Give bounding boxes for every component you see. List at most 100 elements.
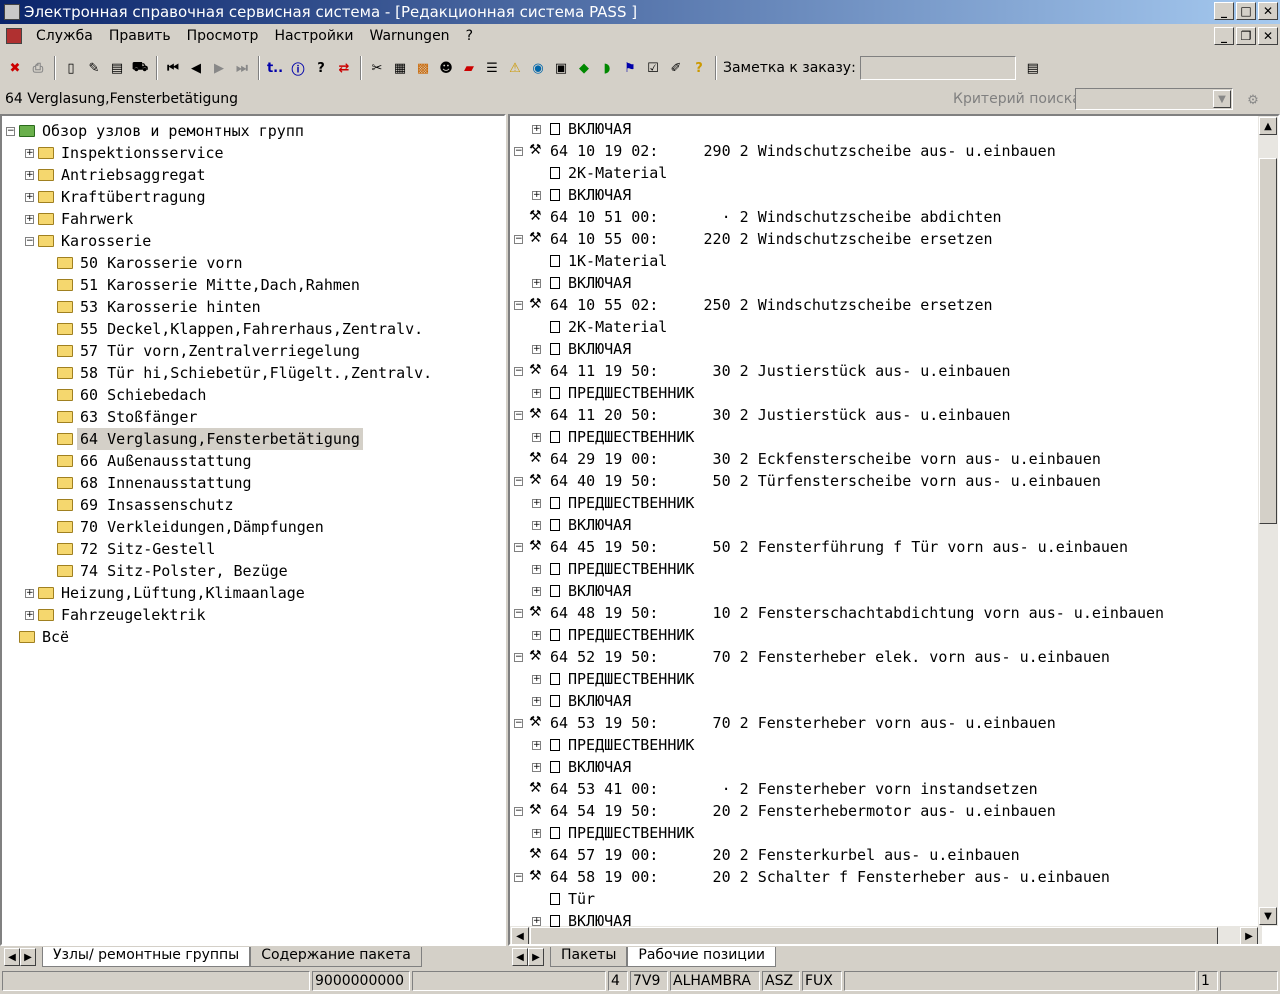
tree-all[interactable]: Всё [39, 626, 72, 648]
tree-expander[interactable]: + [25, 193, 34, 202]
tag-icon[interactable]: ◆ [573, 56, 595, 80]
scroll-thumb[interactable] [1259, 158, 1277, 524]
doc-icon[interactable] [6, 28, 22, 44]
tree-subgroup[interactable]: 58 Tür hi,Schiebetür,Flügelt.,Zentralv. [77, 362, 435, 384]
last-icon[interactable]: ⏭ [231, 56, 253, 80]
position-note[interactable]: 1K-Material [568, 250, 667, 272]
search-criteria-select[interactable]: ▼ [1075, 88, 1233, 110]
menu-view[interactable]: Просмотр [179, 28, 267, 44]
warning-icon[interactable]: ⚠ [504, 56, 526, 80]
work-position[interactable]: 64 52 19 50: 70 2 Fensterheber elek. vor… [550, 646, 1110, 668]
work-position[interactable]: 64 54 19 50: 20 2 Fensterhebermotor aus-… [550, 800, 1056, 822]
note-help-icon[interactable]: ? [688, 56, 710, 80]
menu-warnings[interactable]: Warnungen [362, 28, 458, 44]
tree-expander[interactable]: + [25, 215, 34, 224]
menu-service[interactable]: Служба [28, 28, 101, 44]
position-expander[interactable]: − [514, 719, 523, 728]
work-position[interactable]: 64 10 51 00: · 2 Windschutzscheibe abdic… [550, 206, 1002, 228]
position-expander[interactable]: − [514, 411, 523, 420]
tree-subgroup[interactable]: 66 Außenausstattung [77, 450, 255, 472]
position-expander[interactable]: + [532, 565, 541, 574]
tree-expander[interactable]: + [25, 171, 34, 180]
vertical-scrollbar[interactable]: ▲ ▼ [1258, 116, 1278, 926]
tab-package-contents[interactable]: Содержание пакета [250, 947, 422, 967]
position-note[interactable]: Tür [568, 888, 595, 910]
scroll-right-button[interactable]: ▶ [1240, 927, 1258, 944]
person-icon[interactable]: ☻ [435, 56, 457, 80]
tree-expander[interactable]: − [6, 127, 15, 136]
book-icon[interactable]: ▰ [458, 56, 480, 80]
tree-subgroup[interactable]: 70 Verkleidungen,Dämpfungen [77, 516, 327, 538]
query-icon[interactable]: ⚑ [619, 56, 641, 80]
position-relation[interactable]: ВКЛЮЧАЯ [568, 338, 631, 360]
tree-root[interactable]: Обзор узлов и ремонтных групп [39, 120, 307, 142]
menu-help[interactable]: ? [458, 28, 481, 44]
maximize-button[interactable]: □ [1236, 2, 1256, 20]
tab-packages[interactable]: Пакеты [550, 947, 628, 967]
mdi-restore-button[interactable]: ❐ [1236, 27, 1256, 45]
position-relation[interactable]: ВКЛЮЧАЯ [568, 118, 631, 140]
document-icon[interactable]: ▤ [106, 56, 128, 80]
search-options-icon[interactable]: ⚙ [1242, 88, 1264, 112]
position-expander[interactable]: − [514, 367, 523, 376]
close-button[interactable]: ✕ [1258, 2, 1278, 20]
work-position[interactable]: 64 57 19 00: 20 2 Fensterkurbel aus- u.e… [550, 844, 1020, 866]
position-expander[interactable]: − [514, 543, 523, 552]
position-relation[interactable]: ВКЛЮЧАЯ [568, 514, 631, 536]
work-position[interactable]: 64 29 19 00: 30 2 Eckfensterscheibe vorn… [550, 448, 1101, 470]
tree-expander[interactable]: + [25, 149, 34, 158]
note-edit-icon[interactable]: ▤ [1022, 56, 1044, 80]
mdi-minimize-button[interactable]: _ [1214, 27, 1234, 45]
rtab-scroll-left[interactable]: ◀ [512, 948, 528, 966]
position-note[interactable]: 2K-Material [568, 162, 667, 184]
tree-group[interactable]: Fahrzeugelektrik [58, 604, 209, 626]
order-note-field[interactable] [859, 56, 1016, 80]
scroll-up-button[interactable]: ▲ [1259, 117, 1277, 135]
notes-icon[interactable]: ✐ [665, 56, 687, 80]
tree-subgroup[interactable]: 51 Karosserie Mitte,Dach,Rahmen [77, 274, 363, 296]
position-expander[interactable]: + [532, 279, 541, 288]
position-relation[interactable]: ПРЕДШЕСТВЕННИК [568, 734, 694, 756]
position-note[interactable]: 2K-Material [568, 316, 667, 338]
position-relation[interactable]: ПРЕДШЕСТВЕННИК [568, 668, 694, 690]
position-relation[interactable]: ПРЕДШЕСТВЕННИК [568, 624, 694, 646]
tree-subgroup[interactable]: 63 Stoßfänger [77, 406, 200, 428]
exit-icon[interactable]: ✖ [4, 56, 26, 80]
position-expander[interactable]: + [532, 389, 541, 398]
position-expander[interactable]: − [514, 147, 523, 156]
tree-subgroup[interactable]: 64 Verglasung,Fensterbetätigung [77, 428, 363, 450]
position-expander[interactable]: + [532, 763, 541, 772]
position-expander[interactable]: + [532, 829, 541, 838]
print-icon[interactable]: ⎙ [27, 56, 49, 80]
tree-expander[interactable]: + [25, 611, 34, 620]
first-icon[interactable]: ⏮ [162, 56, 184, 80]
hscroll-thumb[interactable] [530, 927, 1218, 944]
save-icon[interactable]: ▣ [550, 56, 572, 80]
position-relation[interactable]: ВКЛЮЧАЯ [568, 910, 631, 932]
parts-icon[interactable]: ▩ [412, 56, 434, 80]
edit-doc-icon[interactable]: ✎ [83, 56, 105, 80]
tree-subgroup[interactable]: 74 Sitz-Polster, Bezüge [77, 560, 291, 582]
help-icon[interactable]: ? [310, 56, 332, 80]
tree-group[interactable]: Heizung,Lüftung,Klimaanlage [58, 582, 308, 604]
mdi-close-button[interactable]: ✕ [1258, 27, 1278, 45]
position-relation[interactable]: ВКЛЮЧАЯ [568, 580, 631, 602]
list-icon[interactable]: ☰ [481, 56, 503, 80]
scroll-left-button[interactable]: ◀ [511, 927, 529, 944]
position-expander[interactable]: + [532, 917, 541, 926]
vehicle-icon[interactable]: ◗ [596, 56, 618, 80]
next-icon[interactable]: ▶ [208, 56, 230, 80]
work-position[interactable]: 64 53 41 00: · 2 Fensterheber vorn insta… [550, 778, 1038, 800]
position-expander[interactable]: + [532, 125, 541, 134]
work-position[interactable]: 64 10 19 02: 290 2 Windschutzscheibe aus… [550, 140, 1056, 162]
tree-subgroup[interactable]: 57 Tür vorn,Zentralverriegelung [77, 340, 363, 362]
grid-icon[interactable]: ▦ [389, 56, 411, 80]
position-relation[interactable]: ВКЛЮЧАЯ [568, 690, 631, 712]
position-expander[interactable]: + [532, 587, 541, 596]
checklist-icon[interactable]: ☑ [642, 56, 664, 80]
work-position[interactable]: 64 48 19 50: 10 2 Fensterschachtabdichtu… [550, 602, 1164, 624]
position-expander[interactable]: + [532, 741, 541, 750]
work-position[interactable]: 64 11 20 50: 30 2 Justierstück aus- u.ei… [550, 404, 1011, 426]
position-expander[interactable]: + [532, 631, 541, 640]
position-expander[interactable]: + [532, 345, 541, 354]
